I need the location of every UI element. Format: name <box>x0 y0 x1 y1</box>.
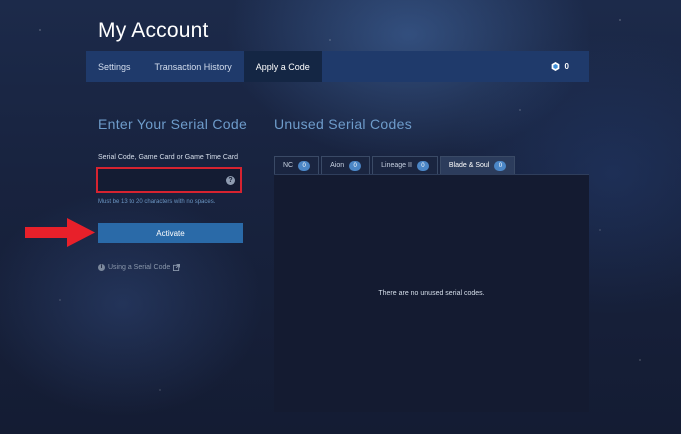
tab-settings[interactable]: Settings <box>86 51 143 82</box>
count-badge: 0 <box>494 160 507 171</box>
coin-balance[interactable]: 0 <box>551 51 569 82</box>
activate-button[interactable]: Activate <box>98 223 243 243</box>
tab-nc[interactable]: NC 0 <box>274 156 320 174</box>
serial-section-title: Enter Your Serial Code <box>98 116 248 132</box>
tab-label: Blade & Soul <box>448 162 490 169</box>
count-badge: 0 <box>298 160 311 171</box>
count-badge: 0 <box>349 160 362 171</box>
tab-blade-and-soul[interactable]: Blade & Soul 0 <box>439 156 516 174</box>
serial-field-label: Serial Code, Game Card or Game Time Card <box>98 154 239 161</box>
tab-label: Aion <box>330 162 345 169</box>
info-icon: i <box>98 264 105 271</box>
unused-codes-title: Unused Serial Codes <box>274 116 412 132</box>
red-arrow-icon <box>25 218 95 247</box>
count-badge: 0 <box>416 160 429 171</box>
tab-transaction-history[interactable]: Transaction History <box>143 51 244 82</box>
external-link-icon <box>173 264 181 271</box>
coin-icon <box>551 62 559 71</box>
help-icon[interactable]: ? <box>226 176 235 185</box>
tab-label: Lineage II <box>381 162 412 169</box>
account-nav: Settings Transaction History Apply a Cod… <box>86 51 589 82</box>
tab-apply-a-code[interactable]: Apply a Code <box>243 51 322 82</box>
tab-lineage-ii[interactable]: Lineage II 0 <box>372 156 438 174</box>
tab-aion[interactable]: Aion 0 <box>321 156 371 174</box>
coin-count: 0 <box>564 62 569 71</box>
serial-hint: Must be 13 to 20 characters with no spac… <box>98 199 216 205</box>
using-serial-code-link[interactable]: i Using a Serial Code <box>98 264 181 271</box>
empty-message: There are no unused serial codes. <box>378 290 485 297</box>
serial-input-highlight: ? <box>96 167 242 193</box>
unused-codes-panel: There are no unused serial codes. <box>274 174 589 412</box>
serial-code-input[interactable] <box>100 171 224 189</box>
help-link-label: Using a Serial Code <box>108 264 171 271</box>
page-title: My Account <box>98 19 209 42</box>
game-tabs: NC 0 Aion 0 Lineage II 0 Blade & Soul 0 <box>274 156 516 174</box>
tab-label: NC <box>283 162 294 169</box>
